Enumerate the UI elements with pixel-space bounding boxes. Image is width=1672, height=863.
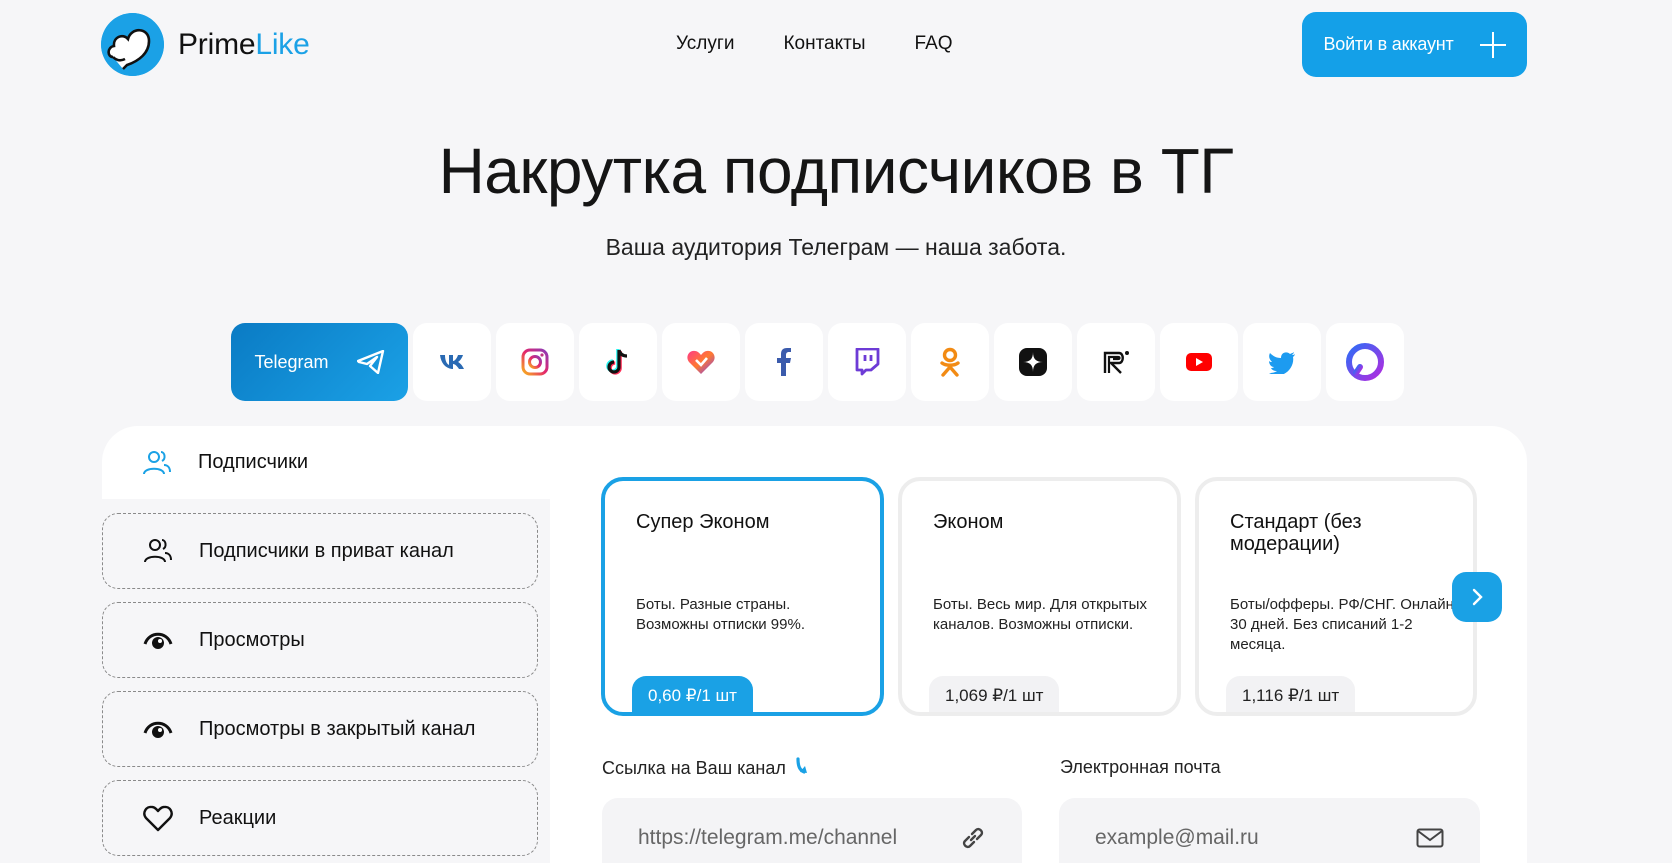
page-subtitle: Ваша аудитория Телеграм — наша забота. [605,234,1067,260]
service-item-views[interactable]: Просмотры [102,602,538,678]
instagram-icon [521,348,549,376]
threads-icon [1346,343,1384,381]
nav-item-contacts[interactable]: Контакты [783,33,865,55]
users-icon [143,450,171,474]
users-icon [144,539,172,563]
chevron-right-icon [1472,588,1483,606]
platform-tab-vk[interactable] [413,323,491,401]
service-item-reactions[interactable]: Реакции [102,780,538,856]
rutube-icon [1103,351,1129,374]
channel-link-label: Ссылка на Ваш канал [602,757,812,779]
platform-tab-likee[interactable] [662,323,740,401]
channel-link-placeholder: https://telegram.me/channel [638,826,898,849]
link-icon [962,827,984,849]
arrow-down-icon [796,757,807,774]
tiktok-icon [606,349,628,375]
platform-tab-rutube[interactable] [1077,323,1155,401]
tariff-description: Боты/офферы. РФ/СНГ. Онлайн 30 дней. Без… [1230,596,1454,653]
platform-tab-tiktok[interactable] [579,323,657,401]
eye-icon [143,721,173,738]
tariff-card-super-econom[interactable]: Супер Эконом Боты. Разные страны. Возмож… [601,477,884,716]
platform-tab-label: Telegram [254,351,329,372]
platform-tab-twitter[interactable] [1243,323,1321,401]
service-item-label: Просмотры в закрытый канал [199,717,476,740]
twitter-icon [1269,351,1295,374]
platform-tab-twitch[interactable] [828,323,906,401]
tariff-description: Боты. Разные страны. Возможны отписки 99… [636,596,805,633]
platform-tab-threads[interactable] [1326,323,1404,401]
nav-item-faq[interactable]: FAQ [915,33,953,55]
channel-link-input[interactable]: https://telegram.me/channel [602,798,1022,863]
platform-tab-telegram[interactable]: Telegram [231,323,408,401]
header: PrimeLike Услуги Контакты FAQ Войти в ак… [0,0,1672,90]
tariff-price: 1,116 ₽/1 шт [1226,676,1356,712]
nav-item-services[interactable]: Услуги [676,33,734,55]
odnoklassniki-icon [940,347,960,377]
tariff-card-standard[interactable]: Стандарт (без модерации) Боты/офферы. РФ… [1195,477,1477,716]
email-placeholder: example@mail.ru [1095,826,1259,849]
platform-tab-facebook[interactable] [745,323,823,401]
platform-tabs: Telegram [231,323,1404,401]
twitch-icon [855,348,880,376]
eye-icon [143,632,173,649]
logo-heart-icon [101,13,164,76]
tariff-name: Эконом [933,511,1004,533]
platform-tab-instagram[interactable] [496,323,574,401]
tariff-name: Супер Эконом [636,511,770,533]
login-button[interactable]: Войти в аккаунт [1302,12,1527,77]
mail-icon [1416,828,1444,848]
facebook-icon [777,348,791,376]
service-item-label: Подписчики в приват канал [199,539,454,562]
service-item-label: Просмотры [199,628,305,651]
service-item-private-subscribers[interactable]: Подписчики в приват канал [102,513,538,589]
platform-tab-odnoklassniki[interactable] [911,323,989,401]
page-title: Накрутка подписчиков в ТГ [438,135,1234,207]
service-item-subscribers[interactable]: Подписчики [102,426,550,499]
vk-icon [440,355,464,369]
tariffs-next-button[interactable] [1452,572,1502,622]
logo[interactable]: PrimeLike [101,13,310,76]
youtube-icon [1186,353,1212,371]
plus-icon [1479,31,1506,58]
heart-icon [143,805,173,832]
email-label-text: Электронная почта [1060,757,1221,777]
email-field[interactable]: example@mail.ru [1059,798,1480,863]
logo-text: PrimeLike [178,27,310,61]
likee-icon [687,350,715,374]
login-button-label: Войти в аккаунт [1323,34,1454,54]
tariff-price: 1,069 ₽/1 шт [929,676,1060,712]
platform-tab-dzen[interactable] [994,323,1072,401]
tariff-card-econom[interactable]: Эконом Боты. Весь мир. Для открытых кана… [898,477,1181,716]
main-nav: Услуги Контакты FAQ [676,33,953,55]
service-item-label: Подписчики [198,451,309,473]
tariff-name: Стандарт (без модерации) [1230,511,1362,555]
tariff-price: 0,60 ₽/1 шт [632,676,753,712]
platform-tab-youtube[interactable] [1160,323,1238,401]
channel-link-label-text: Ссылка на Ваш канал [602,757,786,778]
service-item-private-views[interactable]: Просмотры в закрытый канал [102,691,538,767]
service-item-label: Реакции [199,806,277,829]
telegram-icon [356,350,384,374]
email-label: Электронная почта [1060,757,1221,778]
tariff-description: Боты. Весь мир. Для открытых каналов. Во… [933,596,1147,633]
dzen-icon [1019,348,1047,376]
